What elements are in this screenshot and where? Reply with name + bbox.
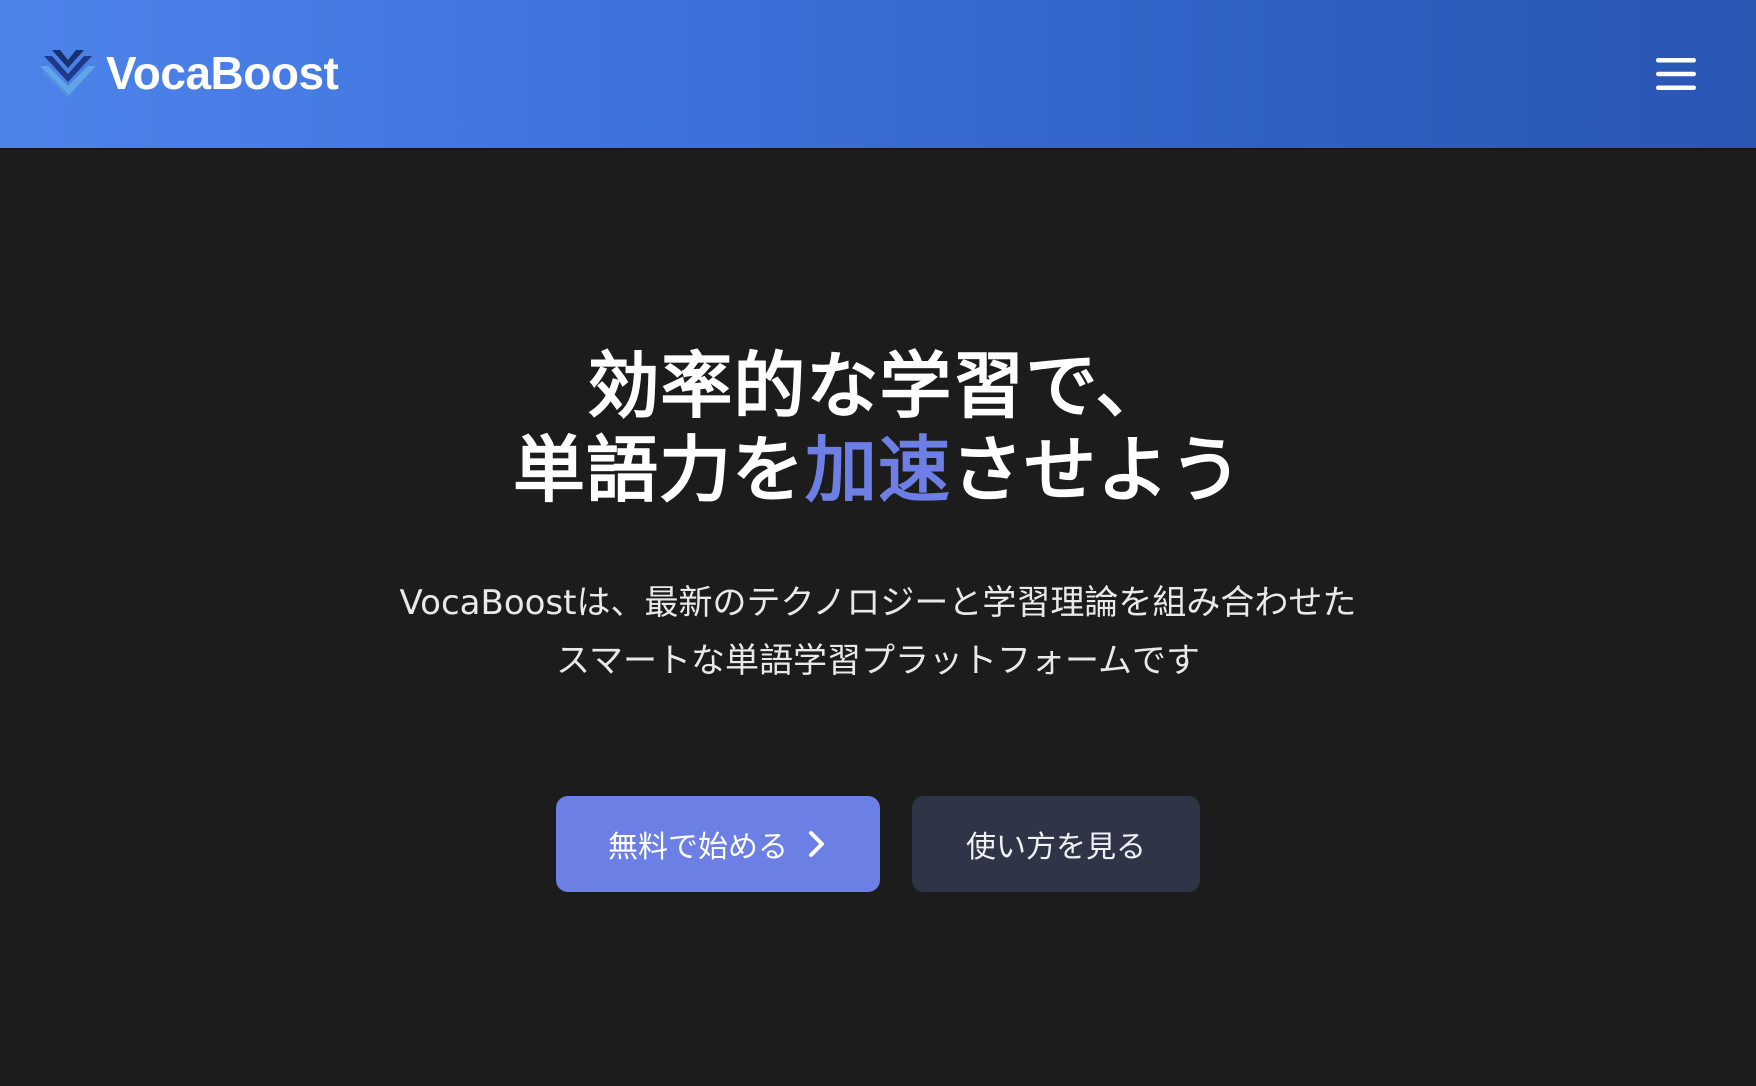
how-to-use-label: 使い方を見る: [966, 830, 1146, 865]
how-to-use-button[interactable]: 使い方を見る: [912, 796, 1200, 892]
headline-accent: 加速: [804, 428, 951, 512]
hero-description: VocaBoostは、最新のテクノロジーと学習理論を組み合わせた スマートな単語…: [400, 574, 1357, 690]
headline-line-2: 単語力を加速させよう: [513, 428, 1243, 512]
headline-prefix: 単語力を: [512, 428, 805, 512]
start-free-label: 無料で始める: [608, 830, 788, 865]
headline-line-1: 効率的な学習で、: [587, 344, 1169, 428]
hamburger-menu-icon: [1656, 58, 1696, 90]
description-line-2: スマートな単語学習プラットフォームです: [556, 641, 1200, 681]
chevron-right-icon: [809, 831, 824, 857]
hero-section: 効率的な学習で、 単語力を加速させよう VocaBoostは、最新のテクノロジー…: [0, 148, 1756, 1086]
description-line-1: VocaBoostは、最新のテクノロジーと学習理論を組み合わせた: [399, 583, 1357, 623]
brand-name: VocaBoost: [106, 47, 339, 99]
brand-logo-link[interactable]: VocaBoost: [38, 46, 339, 100]
start-free-button[interactable]: 無料で始める: [556, 796, 880, 892]
headline-suffix: させよう: [951, 428, 1244, 512]
cta-group: 無料で始める 使い方を見る: [556, 796, 1200, 892]
chevron-stack-logo-icon: [40, 50, 96, 98]
hero-headline: 効率的な学習で、 単語力を加速させよう: [513, 344, 1243, 512]
site-header: VocaBoost: [0, 0, 1756, 148]
hamburger-menu-button[interactable]: [1640, 46, 1712, 102]
